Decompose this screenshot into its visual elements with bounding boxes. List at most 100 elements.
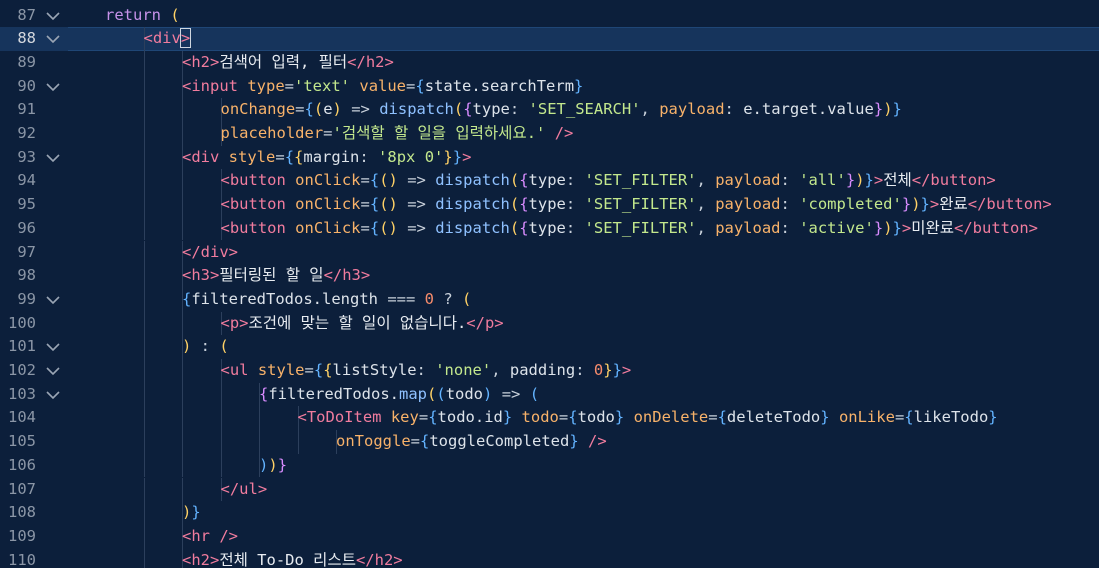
code-token: ( xyxy=(462,289,472,308)
code-line[interactable]: 90 <input type='text' value={state.search… xyxy=(0,74,1099,99)
code-token: } xyxy=(569,432,579,451)
indent-guide xyxy=(182,193,183,217)
code-line[interactable]: 108)} xyxy=(0,501,1099,525)
code-line[interactable]: 91 onChange={(e) => dispatch({type: 'SET_… xyxy=(0,98,1099,122)
code-token: = xyxy=(323,124,333,142)
code-token: todo xyxy=(577,408,615,427)
code-token: { xyxy=(369,195,380,214)
indent-guide xyxy=(259,430,260,454)
code-line[interactable]: 109 <hr /> xyxy=(0,524,1099,549)
code-line[interactable]: 89 <h2>검색어 입력, 필터</h2> xyxy=(0,50,1099,75)
chevron-down-icon[interactable] xyxy=(45,335,61,359)
code-line[interactable]: 110 <h2>전체 To-Do 리스트</h2> xyxy=(0,548,1099,568)
code-token: => xyxy=(492,384,530,403)
code-token: ) xyxy=(855,171,865,190)
code-token: : xyxy=(724,100,744,119)
code-line[interactable]: 98 <h3>필터링된 할 일</h3> xyxy=(0,264,1099,288)
code-token: ( xyxy=(219,337,229,356)
code-line[interactable]: 87 return ( xyxy=(0,4,1099,28)
chevron-down-icon[interactable] xyxy=(45,27,61,51)
code-token: ) xyxy=(883,218,893,237)
indent-guide xyxy=(143,382,145,407)
code-token: } xyxy=(277,455,288,474)
code-line[interactable]: 101 ) : ( xyxy=(0,335,1099,359)
code-token: } xyxy=(988,408,998,427)
code-token: 미완료 xyxy=(911,218,954,237)
code-token: type xyxy=(472,100,510,119)
code-token: 'none' xyxy=(435,361,492,379)
code-text: <button onClick={() => dispatch({type: '… xyxy=(221,169,996,193)
line-number: 101 xyxy=(8,337,36,356)
code-line[interactable]: 88 <div> xyxy=(0,27,1099,51)
code-text: <input type='text' value={state.searchTe… xyxy=(182,75,583,99)
code-line[interactable]: 95 <button onClick={() => dispatch({type:… xyxy=(0,193,1099,217)
code-line[interactable]: 97 </div> xyxy=(0,240,1099,265)
line-number: 90 xyxy=(17,76,36,95)
code-line[interactable]: 100 <p>조건에 맞는 할 일이 없습니다.</p> xyxy=(0,311,1099,336)
code-token: => xyxy=(397,171,436,190)
code-token: = xyxy=(558,408,569,427)
code-token: 조건에 맞는 할 일이 없습니다. xyxy=(248,313,467,332)
code-token: 0 xyxy=(424,289,434,308)
code-token: => xyxy=(397,218,436,237)
chevron-down-icon[interactable] xyxy=(45,75,61,99)
code-token: '검색할 할 일을 입력하세요.' xyxy=(332,124,546,142)
code-token: payload xyxy=(659,100,725,119)
indent-guide xyxy=(143,169,145,194)
code-token: 'SET_FILTER' xyxy=(584,171,697,190)
code-token: todo.id xyxy=(437,408,503,427)
code-token: : xyxy=(565,195,585,214)
chevron-down-icon[interactable] xyxy=(45,4,61,28)
indent-guide xyxy=(182,430,183,454)
code-token: } xyxy=(873,218,884,237)
code-line[interactable]: 92 placeholder='검색할 할 일을 입력하세요.' /> xyxy=(0,122,1099,146)
code-token: } xyxy=(873,100,884,119)
code-token: } xyxy=(892,100,902,119)
code-line[interactable]: 105 onToggle={toggleCompleted} /> xyxy=(0,430,1099,454)
code-token: </button> xyxy=(954,218,1038,237)
code-line[interactable]: 102 <ul style={{listStyle: 'none', paddin… xyxy=(0,359,1099,383)
indent-guide xyxy=(182,169,183,194)
code-line[interactable]: 103 {filteredTodos.map((todo) => ( xyxy=(0,382,1099,407)
indent-guide xyxy=(182,311,183,336)
code-token: <ul xyxy=(220,361,249,379)
indent-guide xyxy=(182,98,183,122)
code-token: () xyxy=(379,218,398,237)
code-token: { xyxy=(182,289,192,308)
line-number: 88 xyxy=(17,29,36,48)
code-text: </ul> xyxy=(221,478,268,502)
code-line[interactable]: 104 <ToDoItem key={todo.id} todo={todo} o… xyxy=(0,406,1099,431)
code-line[interactable]: 106))} xyxy=(0,453,1099,478)
indent-guide xyxy=(220,406,222,431)
code-token: = xyxy=(410,432,420,451)
code-token: { xyxy=(369,171,380,190)
code-line[interactable]: 107 </ul> xyxy=(0,477,1099,502)
code-token: 'text' xyxy=(294,76,351,95)
code-line[interactable]: 96 <button onClick={() => dispatch({type:… xyxy=(0,216,1099,241)
code-token: } xyxy=(191,503,201,522)
code-line[interactable]: 99 {filteredTodos.length === 0 ? ( xyxy=(0,287,1099,312)
chevron-down-icon[interactable] xyxy=(45,359,61,383)
code-line[interactable]: 93 <div style={{margin: '8px 0'}}> xyxy=(0,145,1099,170)
code-token: { xyxy=(568,408,578,427)
code-token: <hr xyxy=(182,526,210,545)
indent-guide xyxy=(143,264,145,288)
code-line[interactable]: 94 <button onClick={() => dispatch({type:… xyxy=(0,169,1099,194)
code-text: ) : ( xyxy=(182,335,229,359)
code-token: type xyxy=(528,218,566,237)
chevron-down-icon[interactable] xyxy=(45,383,61,407)
code-token: </button> xyxy=(911,171,996,190)
chevron-down-icon[interactable] xyxy=(45,288,61,312)
code-token: , xyxy=(696,171,716,190)
code-token: ) xyxy=(182,337,192,356)
line-number: 107 xyxy=(8,479,36,498)
code-token: </p> xyxy=(466,313,504,332)
code-token: e xyxy=(323,100,333,119)
code-editor[interactable]: 87 return (88 <div> 89 <h2>검색어 입력, 필터</h2> 90… xyxy=(0,0,1099,568)
line-number: 98 xyxy=(17,266,36,285)
chevron-down-icon[interactable] xyxy=(45,146,61,170)
